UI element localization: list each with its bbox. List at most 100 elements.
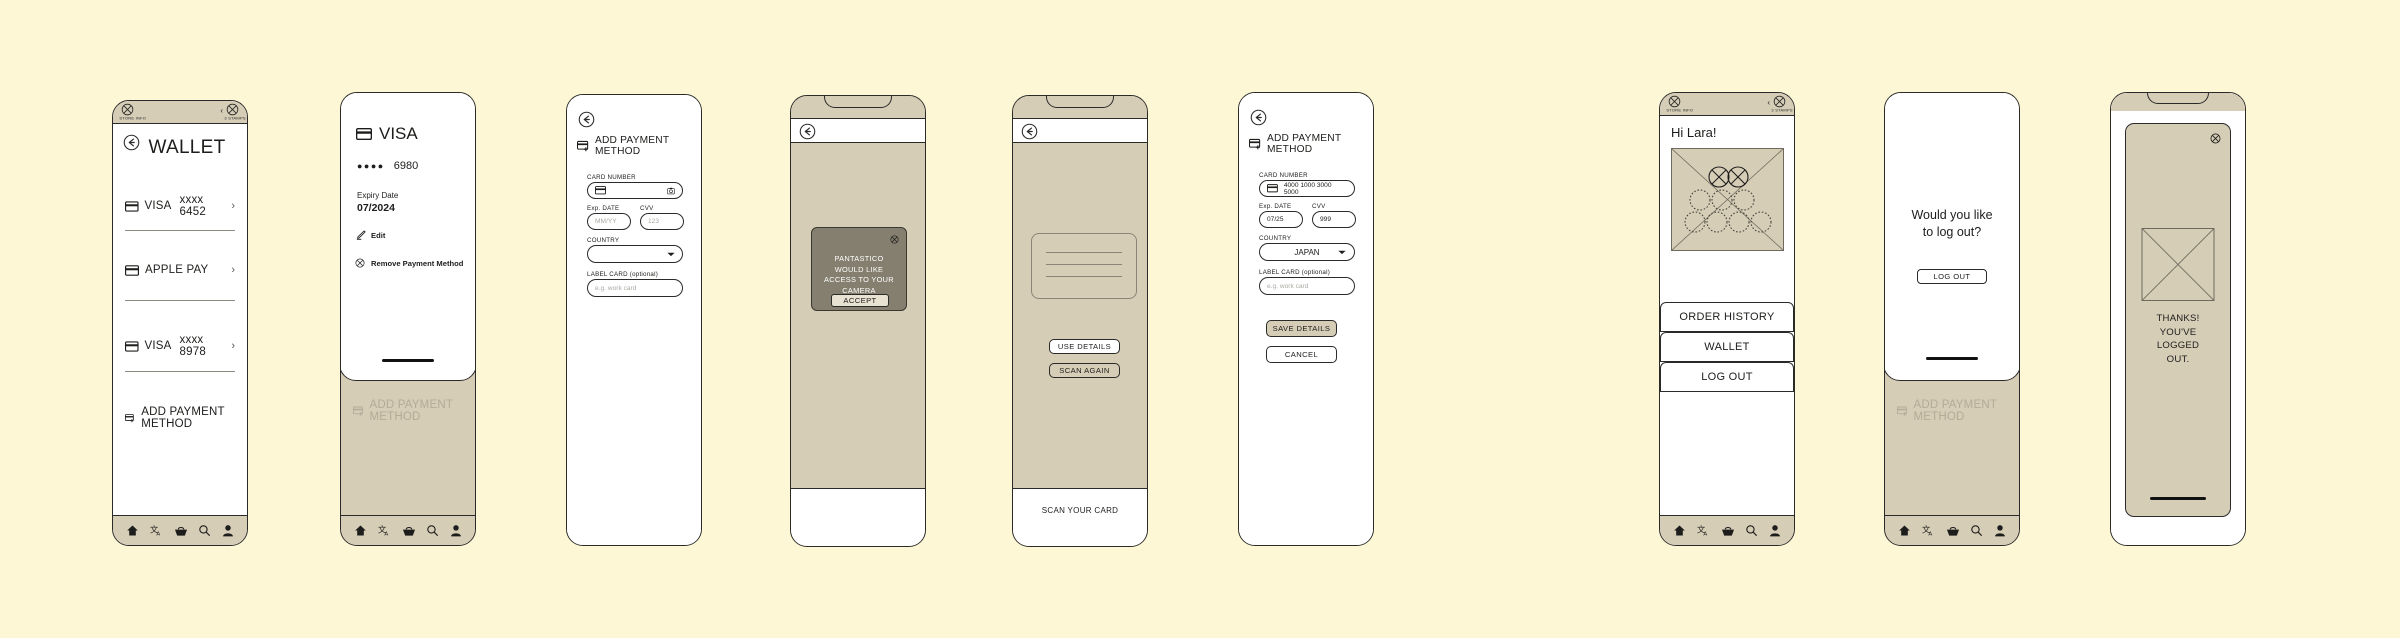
basket-icon[interactable] <box>1721 525 1735 537</box>
chevron-down-icon <box>1338 250 1346 254</box>
store-info-badge[interactable]: STORE INFO <box>119 103 146 121</box>
cvv-label: CVV <box>640 205 654 212</box>
scanned-card-preview <box>1031 233 1137 299</box>
edit-button[interactable]: Edit <box>356 230 385 240</box>
use-details-button[interactable]: USE DETAILS <box>1049 339 1120 354</box>
menu-item-log-out[interactable]: LOG OUT <box>1660 362 1794 392</box>
person-icon[interactable] <box>222 524 234 537</box>
wallet-row-apple-pay[interactable]: APPLE PAY › <box>125 264 235 276</box>
card-brand: VISA <box>379 124 418 143</box>
background-cta-label: ADD PAYMENT METHOD <box>369 399 453 423</box>
scan-again-button[interactable]: SCAN AGAIN <box>1049 363 1120 378</box>
bottom-nav: 文A <box>1885 515 2019 545</box>
card-number-input[interactable]: 4000 1000 3000 5000 <box>1259 180 1355 197</box>
wallet-row-brand: APPLE PAY <box>145 264 209 276</box>
search-icon[interactable] <box>1745 524 1758 537</box>
cvv-input[interactable]: 123 <box>640 213 684 230</box>
home-icon[interactable] <box>1673 524 1686 537</box>
camera-icon[interactable] <box>667 187 675 195</box>
label-card-input[interactable]: e.g. work card <box>1259 277 1355 295</box>
status-bar: STORE INFO ‹ 3 STAMPS <box>113 101 247 124</box>
svg-text:A: A <box>1928 532 1932 537</box>
card-number-display: ●●●● 6980 <box>357 160 418 172</box>
circle-x-icon <box>355 258 365 268</box>
wallet-row-mask: xxxx 8978 <box>179 334 206 358</box>
back-button[interactable] <box>1250 109 1267 126</box>
card-home-indicator[interactable] <box>2150 497 2206 500</box>
phone-add-payment-empty: ADD PAYMENT METHOD CARD NUMBER Exp. DATE… <box>566 94 702 546</box>
sheet-home-indicator[interactable] <box>1926 357 1978 360</box>
back-button[interactable] <box>1021 123 1038 140</box>
store-info-caption: STORE INFO <box>1666 107 1694 113</box>
translate-icon[interactable]: 文A <box>1922 524 1936 537</box>
menu-item-label: ORDER HISTORY <box>1679 311 1775 323</box>
svg-text:A: A <box>384 532 388 537</box>
close-icon[interactable] <box>890 235 899 244</box>
logout-button[interactable]: LOG OUT <box>1917 269 1987 284</box>
placeholder-cross <box>1672 149 1783 250</box>
stamps-chevron-icon: ‹ <box>1767 98 1770 107</box>
card-number-input[interactable] <box>587 182 683 199</box>
row-divider <box>125 300 235 301</box>
back-button[interactable] <box>578 111 595 128</box>
home-icon[interactable] <box>1898 524 1911 537</box>
translate-icon[interactable]: 文A <box>150 524 164 537</box>
menu-item-label: WALLET <box>1704 341 1750 353</box>
placeholder-cross <box>2142 229 2214 300</box>
person-icon[interactable] <box>450 524 462 537</box>
menu-item-wallet[interactable]: WALLET <box>1660 332 1794 362</box>
card-number-label: CARD NUMBER <box>1259 172 1308 179</box>
wallet-row-visa-8978[interactable]: VISA xxxx 8978 › <box>125 334 235 358</box>
home-icon[interactable] <box>354 524 367 537</box>
exp-date-input[interactable]: 07/25 <box>1259 211 1303 228</box>
person-icon[interactable] <box>1769 524 1781 537</box>
permission-message: PANTASTICO WOULD LIKE ACCESS TO YOUR CAM… <box>824 254 894 296</box>
expiry-value: 07/2024 <box>357 202 395 214</box>
accept-button[interactable]: ACCEPT <box>831 294 889 307</box>
wallet-row-mask: xxxx 6452 <box>179 194 206 218</box>
basket-icon[interactable] <box>1946 525 1960 537</box>
home-icon[interactable] <box>126 524 139 537</box>
basket-icon[interactable] <box>402 525 416 537</box>
scan-text-line <box>1046 264 1122 266</box>
chevron-right-icon: › <box>231 264 235 276</box>
credit-card-icon <box>595 186 606 195</box>
basket-icon[interactable] <box>174 525 188 537</box>
wallet-row-visa-6452[interactable]: VISA xxxx 6452 › <box>125 194 235 218</box>
search-icon[interactable] <box>426 524 439 537</box>
remove-payment-method-button[interactable]: Remove Payment Method <box>355 258 463 268</box>
logged-out-line-4: OUT. <box>2166 353 2190 365</box>
label-card-label: LABEL CARD (optional) <box>587 271 659 278</box>
person-icon[interactable] <box>1994 524 2006 537</box>
wallet-row-brand: VISA <box>144 340 172 352</box>
card-masked-dots: ●●●● <box>357 161 385 171</box>
sheet-home-indicator[interactable] <box>382 359 434 362</box>
logout-question-line2: to log out? <box>1922 224 1982 239</box>
stamps-badge[interactable]: 3 STAMPS <box>224 103 246 121</box>
back-button[interactable] <box>799 123 816 140</box>
credit-card-icon <box>125 340 139 352</box>
cvv-input[interactable]: 999 <box>1312 211 1356 228</box>
top-bar <box>791 118 925 143</box>
label-card-input[interactable]: e.g. work card <box>587 279 683 297</box>
search-icon[interactable] <box>198 524 211 537</box>
exp-date-input[interactable]: MM/YY <box>587 213 631 230</box>
cancel-button[interactable]: CANCEL <box>1266 346 1337 363</box>
country-select[interactable] <box>587 245 683 263</box>
close-icon[interactable] <box>2210 133 2221 144</box>
translate-icon[interactable]: 文A <box>1697 524 1711 537</box>
translate-icon[interactable]: 文A <box>378 524 392 537</box>
notch <box>824 96 892 108</box>
country-select[interactable]: JAPAN <box>1259 243 1355 261</box>
store-info-badge[interactable]: STORE INFO <box>1666 95 1694 113</box>
save-details-button[interactable]: SAVE DETAILS <box>1266 320 1337 337</box>
menu-item-order-history[interactable]: ORDER HISTORY <box>1660 302 1794 332</box>
search-icon[interactable] <box>1970 524 1983 537</box>
stamp-card-image-placeholder <box>1671 148 1784 251</box>
remove-payment-label: Remove Payment Method <box>371 258 464 268</box>
circle-x-icon <box>226 103 239 116</box>
add-payment-method-button[interactable]: ADD PAYMENT METHOD <box>125 406 235 430</box>
stamps-badge[interactable]: 3 STAMPS <box>1771 95 1793 113</box>
chevron-right-icon: › <box>231 200 235 212</box>
background-cta-label: ADD PAYMENT METHOD <box>1913 399 1997 423</box>
